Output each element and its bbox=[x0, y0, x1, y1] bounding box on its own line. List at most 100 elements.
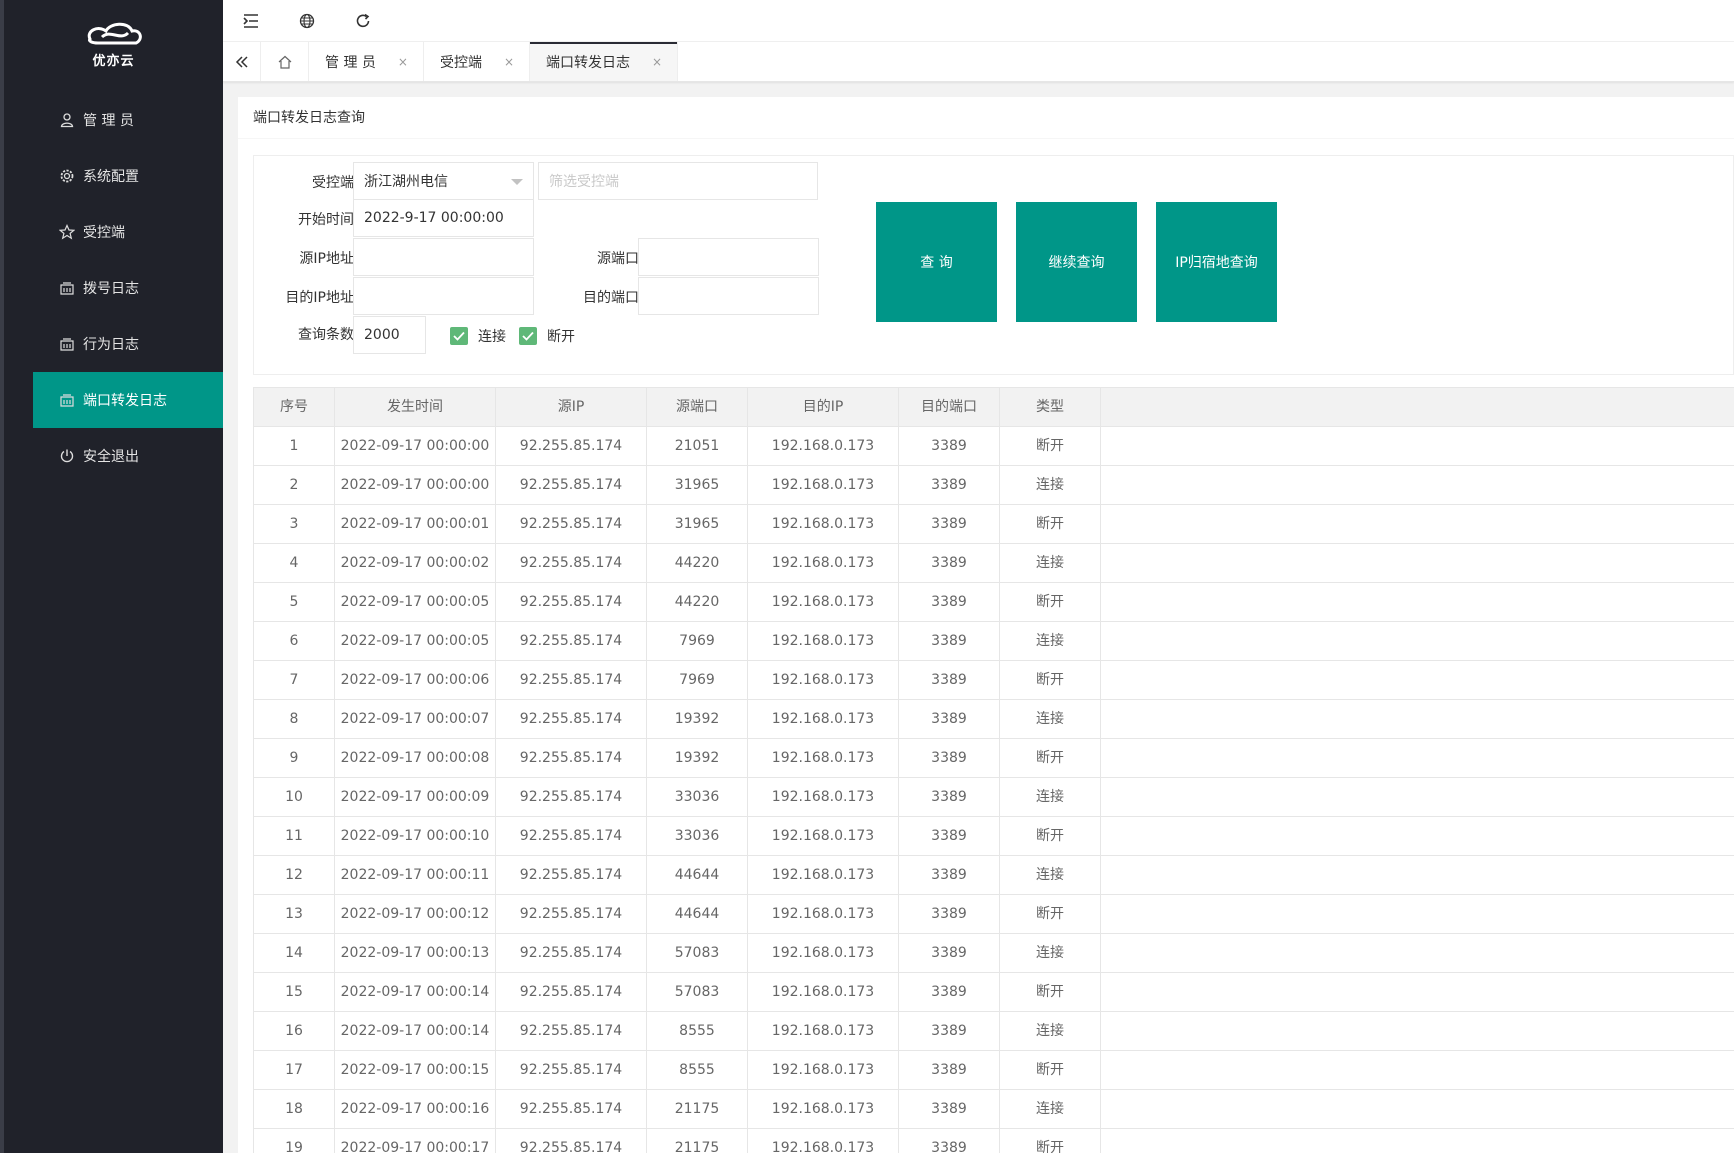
table-row: 9 2022-09-17 00:00:08 92.255.85.174 19392 19… bbox=[253, 739, 1734, 778]
table-row: 5 2022-09-17 00:00:05 92.255.85.174 44220 19… bbox=[253, 583, 1734, 622]
table-cell: 31965 bbox=[647, 466, 748, 505]
table-cell: 断开 bbox=[1000, 973, 1101, 1012]
table-cell: 92.255.85.174 bbox=[496, 817, 647, 856]
table-cell: 3389 bbox=[899, 856, 1000, 895]
table-cell: 断开 bbox=[1000, 427, 1101, 466]
table-cell: 连接 bbox=[1000, 466, 1101, 505]
refresh-button[interactable] bbox=[335, 0, 391, 42]
sidebar-nav: 管 理 员系统配置受控端拨号日志行为日志 端口转发日志 安全退出 bbox=[4, 92, 223, 484]
disconnect-checkbox-label: 断开 bbox=[547, 329, 575, 345]
sidebar-item-1[interactable]: 系统配置 bbox=[33, 148, 223, 204]
table-cell: 连接 bbox=[1000, 1012, 1101, 1051]
checkbox-checked-icon bbox=[519, 327, 537, 345]
sidebar-item-label: 拨号日志 bbox=[83, 281, 139, 297]
table-cell: 18 bbox=[254, 1090, 335, 1129]
src-ip-input[interactable] bbox=[353, 238, 534, 276]
table-cell: 57083 bbox=[647, 973, 748, 1012]
table-cell: 断开 bbox=[1000, 1129, 1101, 1153]
column-header[interactable]: 目的端口 bbox=[899, 388, 1000, 427]
client-select[interactable]: 浙江湖州电信 bbox=[353, 162, 534, 200]
table-cell: 11 bbox=[254, 817, 335, 856]
sidebar-item-6[interactable]: 安全退出 bbox=[33, 428, 223, 484]
table-cell: 192.168.0.173 bbox=[748, 1129, 899, 1153]
close-icon[interactable]: × bbox=[504, 55, 514, 69]
table-cell: 92.255.85.174 bbox=[496, 700, 647, 739]
log-icon bbox=[57, 334, 77, 354]
table-row: 3 2022-09-17 00:00:01 92.255.85.174 31965 19… bbox=[253, 505, 1734, 544]
table-cell: 连接 bbox=[1000, 622, 1101, 661]
column-header[interactable]: 序号 bbox=[254, 388, 335, 427]
close-icon[interactable]: × bbox=[652, 55, 662, 69]
table-cell: 33036 bbox=[647, 778, 748, 817]
table-cell: 2022-09-17 00:00:15 bbox=[335, 1051, 496, 1090]
table-cell: 13 bbox=[254, 895, 335, 934]
table-cell: 92.255.85.174 bbox=[496, 505, 647, 544]
table-cell: 5 bbox=[254, 583, 335, 622]
table-cell: 2022-09-17 00:00:10 bbox=[335, 817, 496, 856]
table-cell: 192.168.0.173 bbox=[748, 1012, 899, 1051]
tab-home[interactable] bbox=[261, 42, 309, 81]
star-icon bbox=[57, 222, 77, 242]
table-cell: 10 bbox=[254, 778, 335, 817]
close-icon[interactable]: × bbox=[398, 55, 408, 69]
table-cell: 8555 bbox=[647, 1012, 748, 1051]
sidebar-item-4[interactable]: 行为日志 bbox=[33, 316, 223, 372]
table-cell: 192.168.0.173 bbox=[748, 817, 899, 856]
table-cell: 3389 bbox=[899, 544, 1000, 583]
table-cell: 3389 bbox=[899, 739, 1000, 778]
client-label: 受控端 bbox=[312, 175, 354, 191]
column-header[interactable]: 源端口 bbox=[647, 388, 748, 427]
table-cell: 4 bbox=[254, 544, 335, 583]
start-time-input[interactable]: 2022-9-17 00:00:00 bbox=[353, 199, 534, 237]
table-cell: 2022-09-17 00:00:14 bbox=[335, 1012, 496, 1051]
table-cell: 7969 bbox=[647, 622, 748, 661]
sidebar-item-2[interactable]: 受控端 bbox=[33, 204, 223, 260]
connect-checkbox-label: 连接 bbox=[478, 329, 506, 345]
ip-location-query-button[interactable]: IP归宿地查询 bbox=[1156, 202, 1277, 322]
power-icon bbox=[57, 446, 77, 466]
table-row: 2 2022-09-17 00:00:00 92.255.85.174 31965 19… bbox=[253, 466, 1734, 505]
tab-0[interactable]: 管 理 员 × bbox=[309, 42, 424, 81]
table-cell: 连接 bbox=[1000, 700, 1101, 739]
tab-label: 端口转发日志 bbox=[546, 54, 631, 71]
count-input[interactable]: 2000 bbox=[353, 316, 426, 354]
sidebar-item-5[interactable]: 端口转发日志 bbox=[33, 372, 223, 428]
globe-icon bbox=[299, 13, 315, 28]
checkbox-checked-icon bbox=[450, 327, 468, 345]
connect-checkbox[interactable]: 连接 bbox=[450, 326, 506, 346]
sidebar-item-3[interactable]: 拨号日志 bbox=[33, 260, 223, 316]
client-filter-input[interactable]: 筛选受控端 bbox=[538, 162, 818, 200]
table-cell: 2022-09-17 00:00:09 bbox=[335, 778, 496, 817]
src-port-input[interactable] bbox=[638, 238, 819, 276]
table-cell: 9 bbox=[254, 739, 335, 778]
table-cell: 92.255.85.174 bbox=[496, 583, 647, 622]
table-cell: 连接 bbox=[1000, 778, 1101, 817]
chevron-down-icon bbox=[511, 179, 523, 185]
dst-ip-input[interactable] bbox=[353, 277, 534, 315]
table-cell: 92.255.85.174 bbox=[496, 934, 647, 973]
continue-query-button[interactable]: 继续查询 bbox=[1016, 202, 1137, 322]
column-header[interactable]: 发生时间 bbox=[335, 388, 496, 427]
tab-1[interactable]: 受控端 × bbox=[424, 42, 531, 81]
dst-port-input[interactable] bbox=[638, 277, 819, 315]
column-header[interactable]: 类型 bbox=[1000, 388, 1101, 427]
query-button[interactable]: 查 询 bbox=[876, 202, 997, 322]
tab-scroll-left-button[interactable] bbox=[223, 42, 261, 81]
table-cell: 192.168.0.173 bbox=[748, 1051, 899, 1090]
column-header[interactable]: 目的IP bbox=[748, 388, 899, 427]
tab-2[interactable]: 端口转发日志 × bbox=[530, 42, 679, 81]
sidebar-item-0[interactable]: 管 理 员 bbox=[33, 92, 223, 148]
globe-button[interactable] bbox=[279, 0, 335, 42]
table-row: 4 2022-09-17 00:00:02 92.255.85.174 44220 19… bbox=[253, 544, 1734, 583]
filter-form: 受控端 浙江湖州电信 筛选受控端 开始时间 2022-9-17 00:00:00… bbox=[253, 155, 1734, 375]
table-cell: 7969 bbox=[647, 661, 748, 700]
disconnect-checkbox[interactable]: 断开 bbox=[519, 326, 575, 346]
menu-fold-button[interactable] bbox=[223, 0, 279, 42]
table-cell: 44220 bbox=[647, 544, 748, 583]
table-cell: 192.168.0.173 bbox=[748, 427, 899, 466]
column-header[interactable]: 源IP bbox=[496, 388, 647, 427]
table-cell: 44220 bbox=[647, 583, 748, 622]
table-row: 14 2022-09-17 00:00:13 92.255.85.174 57083 1… bbox=[253, 934, 1734, 973]
sidebar-item-label: 受控端 bbox=[83, 225, 125, 241]
table-cell: 19 bbox=[254, 1129, 335, 1153]
